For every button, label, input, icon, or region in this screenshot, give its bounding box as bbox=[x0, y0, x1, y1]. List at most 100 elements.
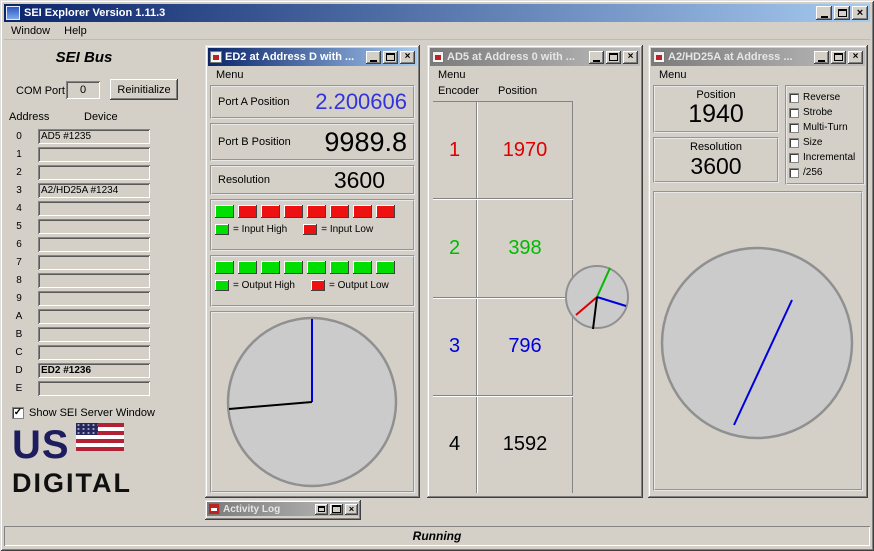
device-field[interactable] bbox=[38, 219, 150, 234]
ad5-dial bbox=[562, 262, 632, 332]
device-field[interactable] bbox=[38, 237, 150, 252]
device-row: 9 bbox=[4, 289, 202, 307]
restore-icon bbox=[318, 506, 325, 512]
strobe-checkbox[interactable] bbox=[789, 108, 799, 118]
device-field[interactable]: A2/HD25A #1234 bbox=[38, 183, 150, 198]
device-row: E bbox=[4, 379, 202, 397]
ed2-close-button[interactable]: × bbox=[400, 51, 415, 64]
close-button[interactable]: × bbox=[852, 6, 868, 20]
input-led bbox=[238, 205, 257, 218]
option-row: Multi-Turn bbox=[789, 120, 861, 135]
address-label: 9 bbox=[4, 293, 34, 304]
minimize-button[interactable] bbox=[816, 6, 832, 20]
checkbox-label: Size bbox=[803, 137, 822, 148]
input-led-row bbox=[212, 201, 413, 220]
output-led bbox=[330, 261, 349, 274]
a2-close-button[interactable]: × bbox=[848, 51, 863, 64]
a2-minimize-button[interactable] bbox=[814, 51, 829, 64]
status-bar: Running bbox=[4, 524, 870, 547]
a2-position-value: 1940 bbox=[655, 101, 777, 127]
ad5-window-title: AD5 at Address 0 with ... bbox=[447, 51, 589, 63]
input-led-legend: = Input High = Input Low bbox=[212, 220, 413, 239]
ed2-maximize-button[interactable] bbox=[383, 51, 398, 64]
device-field[interactable] bbox=[38, 345, 150, 360]
resolution-value: 3600 bbox=[334, 167, 407, 194]
activity-restore-button[interactable] bbox=[315, 504, 328, 515]
device-field[interactable] bbox=[38, 327, 150, 342]
minimize-icon bbox=[821, 16, 828, 18]
device-row: C bbox=[4, 343, 202, 361]
device-header: Device bbox=[84, 111, 118, 123]
device-field[interactable]: AD5 #1235 bbox=[38, 129, 150, 144]
show-server-row: ✓ Show SEI Server Window bbox=[12, 407, 155, 419]
size-checkbox[interactable] bbox=[789, 138, 799, 148]
port-b-label: Port B Position bbox=[218, 136, 291, 148]
checkbox-label: Incremental bbox=[803, 152, 855, 163]
address-label: A bbox=[4, 311, 34, 322]
a2-maximize-button[interactable] bbox=[831, 51, 846, 64]
device-field[interactable] bbox=[38, 381, 150, 396]
ad5-titlebar: AD5 at Address 0 with ... × bbox=[430, 48, 640, 66]
activity-close-button[interactable]: × bbox=[345, 504, 358, 515]
minimize-icon bbox=[818, 60, 825, 62]
device-field[interactable] bbox=[38, 255, 150, 270]
reverse-checkbox[interactable] bbox=[789, 93, 799, 103]
window-controls: × bbox=[816, 6, 868, 20]
encoder-number: 1 bbox=[433, 102, 477, 198]
address-label: 8 bbox=[4, 275, 34, 286]
mdi-workspace: ED2 at Address D with ... × Menu Port A … bbox=[202, 40, 870, 524]
encoder-row: 1 1970 bbox=[433, 102, 573, 199]
port-b-value: 9989.8 bbox=[324, 127, 407, 158]
ed2-menu[interactable]: Menu bbox=[209, 67, 251, 83]
address-label: 6 bbox=[4, 239, 34, 250]
address-label: 3 bbox=[4, 185, 34, 196]
menu-help[interactable]: Help bbox=[57, 23, 94, 39]
ad5-close-button[interactable]: × bbox=[623, 51, 638, 64]
device-field[interactable] bbox=[38, 291, 150, 306]
device-field[interactable] bbox=[38, 309, 150, 324]
device-row: A bbox=[4, 307, 202, 325]
show-server-checkbox[interactable]: ✓ bbox=[12, 407, 24, 419]
check-icon: ✓ bbox=[14, 408, 22, 418]
com-port-field[interactable]: 0 bbox=[66, 81, 100, 99]
menu-window[interactable]: Window bbox=[4, 23, 57, 39]
output-high-led-icon bbox=[215, 280, 229, 291]
device-field[interactable] bbox=[38, 201, 150, 216]
option-row: /256 bbox=[789, 165, 861, 180]
output-led bbox=[215, 261, 234, 274]
encoder-row: 3 796 bbox=[433, 298, 573, 396]
maximize-icon bbox=[834, 53, 843, 61]
activity-log-icon bbox=[208, 503, 220, 515]
ad5-window-icon bbox=[432, 51, 444, 63]
sei-bus-panel: SEI Bus COM Port 0 Reinitialize Address … bbox=[4, 41, 202, 520]
device-field[interactable] bbox=[38, 165, 150, 180]
reinitialize-button[interactable]: Reinitialize bbox=[110, 79, 178, 100]
div256-checkbox[interactable] bbox=[789, 168, 799, 178]
device-field[interactable] bbox=[38, 147, 150, 162]
ad5-maximize-button[interactable] bbox=[606, 51, 621, 64]
maximize-button[interactable] bbox=[834, 6, 850, 20]
device-row: 7 bbox=[4, 253, 202, 271]
a2-position-panel: Position 1940 bbox=[653, 85, 779, 133]
device-list: 0AD5 #1235 1 2 3A2/HD25A #1234 4 5 6 7 8… bbox=[4, 127, 202, 397]
status-panel: Running bbox=[4, 526, 870, 546]
output-led bbox=[261, 261, 280, 274]
ad5-menu[interactable]: Menu bbox=[431, 67, 473, 83]
ed2-minimize-button[interactable] bbox=[366, 51, 381, 64]
address-label: C bbox=[4, 347, 34, 358]
device-field[interactable] bbox=[38, 273, 150, 288]
output-led-legend: = Output High = Output Low bbox=[212, 276, 413, 295]
device-field[interactable]: ED2 #1236 bbox=[38, 363, 150, 378]
a2-menu[interactable]: Menu bbox=[652, 67, 694, 83]
multi-turn-checkbox[interactable] bbox=[789, 123, 799, 133]
incremental-checkbox[interactable] bbox=[789, 153, 799, 163]
input-led-panel: = Input High = Input Low bbox=[210, 199, 415, 251]
address-label: 1 bbox=[4, 149, 34, 160]
activity-maximize-button[interactable] bbox=[330, 504, 343, 515]
a2-dial-face bbox=[662, 248, 852, 438]
ad5-minimize-button[interactable] bbox=[589, 51, 604, 64]
input-led bbox=[261, 205, 280, 218]
ed2-window-title: ED2 at Address D with ... bbox=[225, 51, 366, 63]
logo-us-text: US bbox=[12, 423, 70, 467]
output-led bbox=[284, 261, 303, 274]
